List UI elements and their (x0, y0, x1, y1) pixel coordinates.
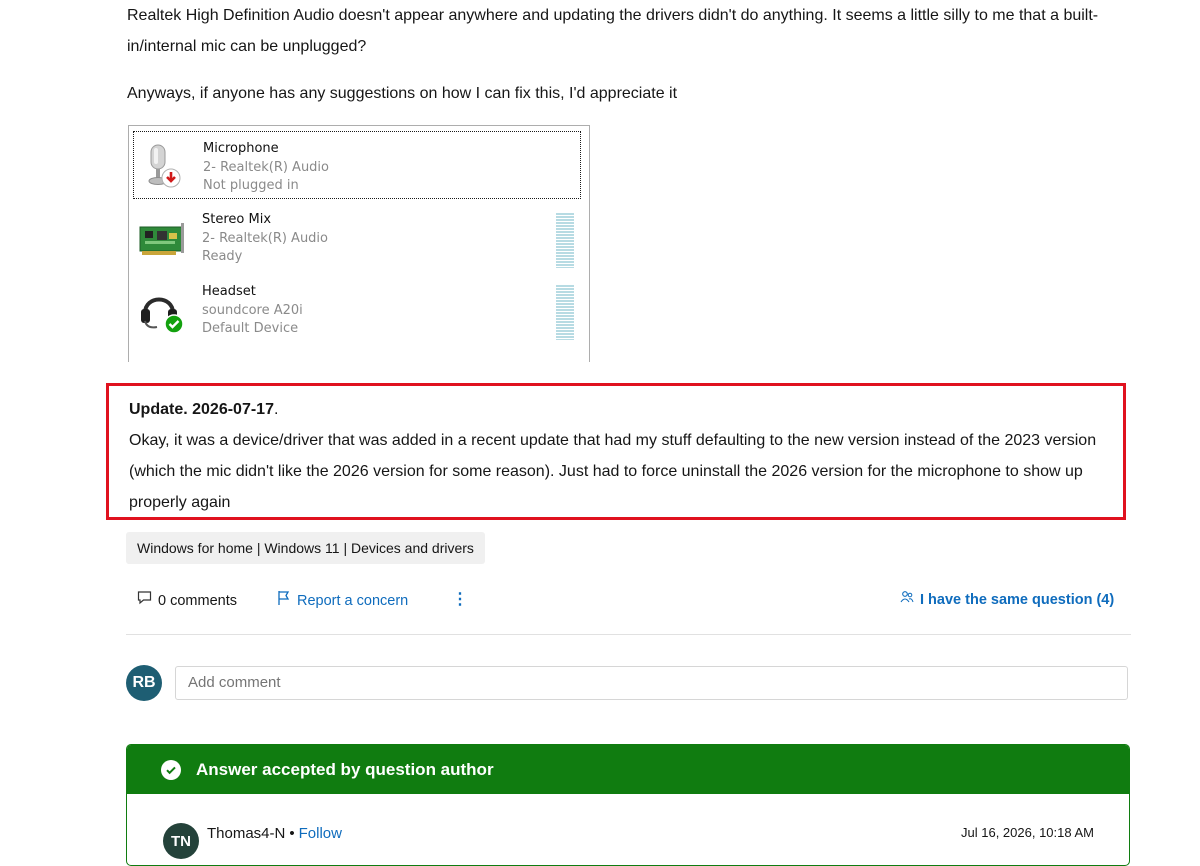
device-item-microphone: Microphone 2- Realtek(R) Audio Not plugg… (133, 131, 581, 199)
more-options-button[interactable]: ⋮ (452, 590, 468, 610)
device-status: Not plugged in (203, 178, 299, 193)
device-name: Stereo Mix (202, 212, 272, 227)
accepted-answer-label: Answer accepted by question author (196, 759, 494, 779)
same-question-button[interactable]: I have the same question (4) (900, 590, 1114, 610)
answer-author: Thomas4-N • Follow (207, 824, 342, 844)
flag-icon (277, 590, 291, 612)
answer-date: Jul 16, 2026, 10:18 AM (961, 825, 1094, 840)
report-concern-button[interactable]: Report a concern (277, 590, 408, 612)
update-heading: Update. 2026-07-17 (129, 401, 274, 418)
sound-card-icon (137, 213, 185, 263)
update-body: Okay, it was a device/driver that was ad… (129, 432, 1097, 511)
people-icon (900, 590, 914, 610)
follow-button[interactable]: Follow (299, 825, 342, 842)
update-highlight-box: Update. 2026-07-17. Okay, it was a devic… (106, 383, 1126, 520)
device-status: Ready (202, 249, 243, 264)
device-driver: soundcore A20i (202, 302, 303, 318)
comments-button[interactable]: 0 comments (137, 590, 237, 611)
device-status: Default Device (202, 321, 299, 336)
separator: • (289, 825, 295, 842)
author-name-link[interactable]: Thomas4-N (207, 825, 285, 842)
post-paragraph: Anyways, if anyone has any suggestions o… (127, 85, 678, 102)
same-question-label: I have the same question (4) (920, 592, 1115, 608)
avatar: TN (163, 823, 199, 859)
sound-devices-screenshot: Microphone 2- Realtek(R) Audio Not plugg… (128, 125, 590, 362)
microphone-icon (138, 142, 186, 192)
comments-label: 0 comments (158, 592, 237, 609)
device-driver: 2- Realtek(R) Audio (203, 159, 330, 175)
device-driver: 2- Realtek(R) Audio (202, 230, 329, 246)
product-tag[interactable]: Windows for home | Windows 11 | Devices … (126, 532, 485, 564)
device-item-headset: Headset soundcore A20i Default Device (133, 275, 579, 341)
divider (126, 634, 1131, 635)
headset-icon (137, 285, 185, 335)
comment-icon (137, 590, 152, 611)
accepted-answer-banner: Answer accepted by question author (127, 745, 1129, 794)
device-item-stereo-mix: Stereo Mix 2- Realtek(R) Audio Ready (133, 203, 579, 269)
check-circle-icon (161, 759, 181, 780)
update-heading-suffix: . (273, 401, 279, 418)
level-meter (556, 285, 574, 340)
add-comment-input[interactable] (175, 666, 1128, 700)
device-name: Headset (202, 284, 256, 299)
level-meter (556, 213, 574, 268)
report-label: Report a concern (297, 593, 409, 609)
more-icon: ⋮ (452, 591, 468, 608)
post-paragraph: Realtek High Definition Audio doesn't ap… (127, 7, 1099, 55)
avatar: RB (126, 665, 162, 701)
device-name: Microphone (203, 141, 279, 156)
